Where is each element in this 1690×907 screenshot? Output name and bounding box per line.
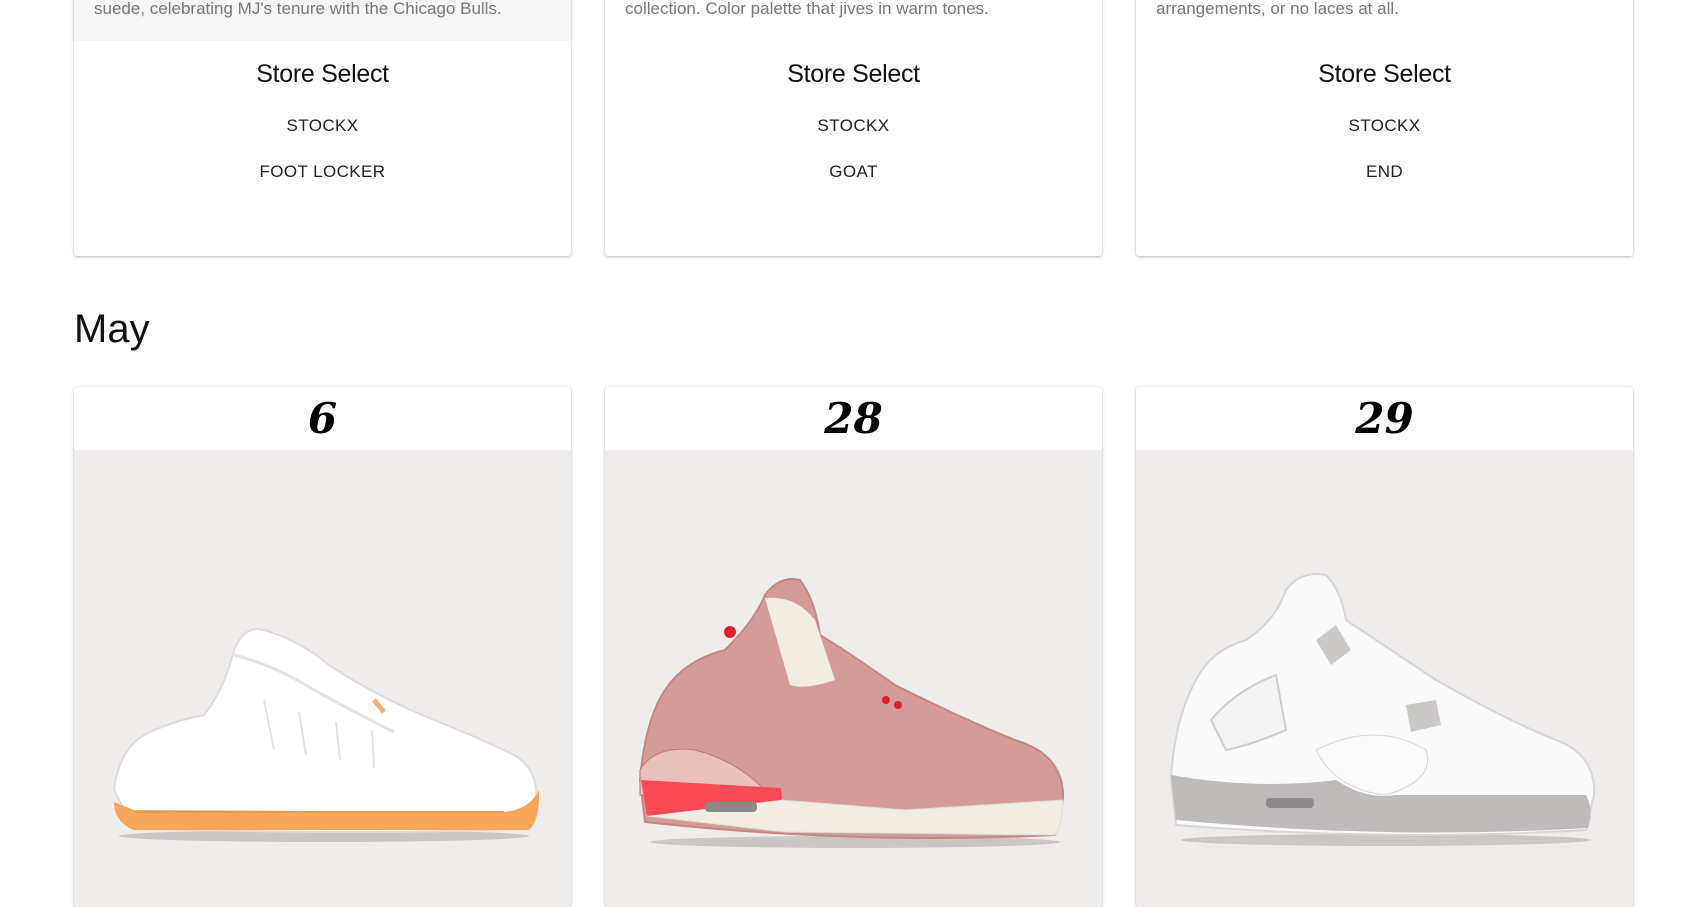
release-card-may-6[interactable]: 6 — [74, 387, 571, 907]
release-day: 6 — [307, 394, 338, 443]
pink-sneaker-image[interactable] — [605, 450, 1102, 907]
release-day: 29 — [1355, 394, 1414, 443]
release-card-may-29[interactable]: 29 — [1136, 387, 1633, 907]
sneaker-illustration — [1169, 573, 1596, 846]
release-card-1: suede, celebrating MJ's tenure with the … — [74, 0, 571, 256]
store-link-stockx[interactable]: STOCKX — [1136, 116, 1633, 136]
card-description: arrangements, or no laces at all. — [1136, 0, 1633, 41]
sneaker-illustration — [638, 578, 1065, 848]
store-link-foot-locker[interactable]: FOOT LOCKER — [74, 162, 571, 182]
store-select-title: Store Select — [256, 60, 389, 88]
store-link-goat[interactable]: GOAT — [605, 162, 1102, 182]
store-select-title: Store Select — [787, 60, 920, 88]
store-link-stockx[interactable]: STOCKX — [74, 116, 571, 136]
white-grey-sneaker-image[interactable] — [1136, 450, 1633, 907]
month-heading: May — [74, 307, 150, 351]
store-link-end[interactable]: END — [1136, 162, 1633, 182]
release-card-3: arrangements, or no laces at all. Store … — [1136, 0, 1633, 256]
card-description: suede, celebrating MJ's tenure with the … — [74, 0, 571, 41]
store-select-title: Store Select — [1318, 60, 1451, 88]
store-link-stockx[interactable]: STOCKX — [605, 116, 1102, 136]
release-day: 28 — [824, 394, 883, 443]
card-description: collection. Color palette that jives in … — [605, 0, 1102, 41]
sneaker-illustration — [112, 628, 540, 842]
white-sneaker-orange-sole-image[interactable] — [74, 450, 571, 907]
release-card-may-28[interactable]: 28 — [605, 387, 1102, 907]
release-card-2: collection. Color palette that jives in … — [605, 0, 1102, 256]
